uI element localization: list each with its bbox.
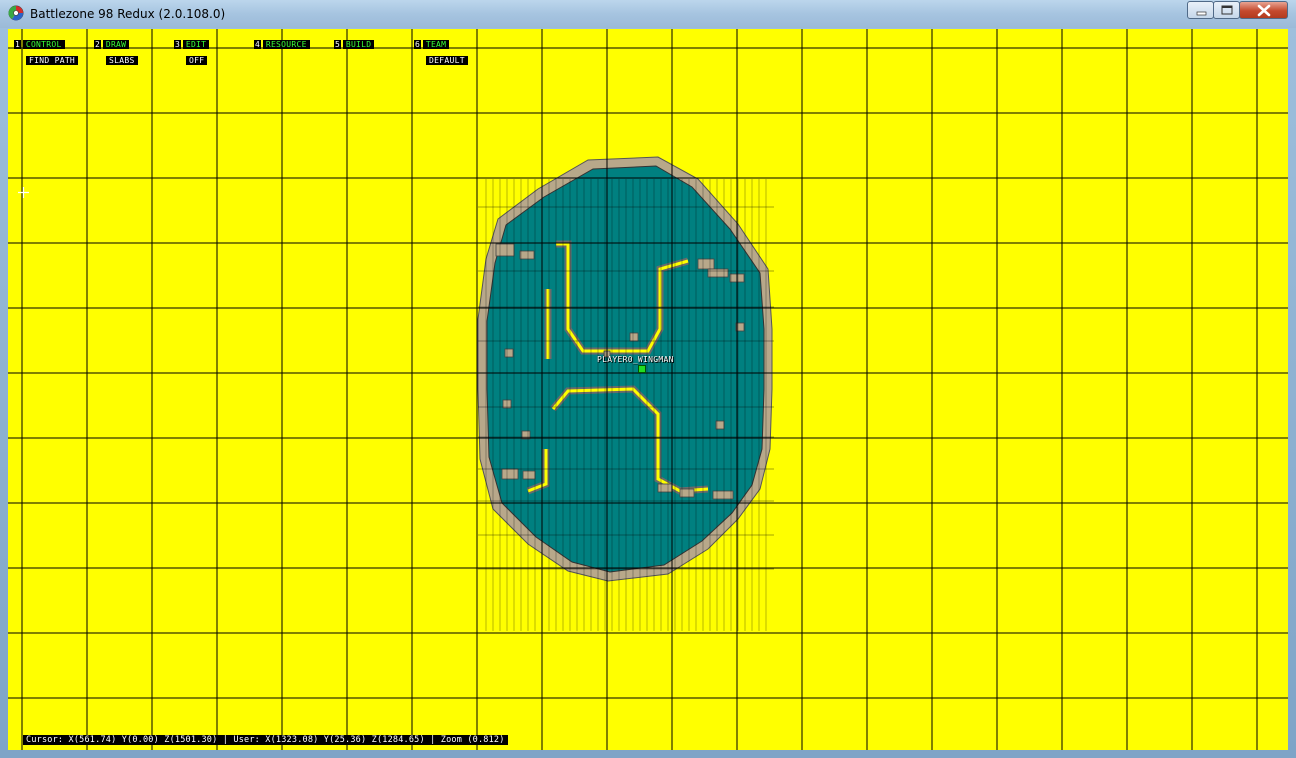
menu-draw[interactable]: 2 Draw [94,40,130,49]
slope-block-1 [519,250,535,260]
menu-draw-label: Draw [102,40,130,49]
crosshair-icon [18,187,29,198]
slope-block-10 [504,348,514,358]
slope-block-5 [657,483,673,493]
slope-block-0 [495,243,515,257]
close-icon [1257,4,1271,17]
slope-block-15 [629,332,639,342]
terrain-map[interactable] [8,29,1288,750]
close-button[interactable] [1239,1,1288,19]
app-window: Battlezone 98 Redux (2.0.108.0) 1 Control… [0,0,1296,758]
menu-build-label: Build [342,40,375,49]
minimize-button[interactable] [1187,1,1214,19]
app-icon [8,5,24,21]
menu-resource-label: Resource [262,40,310,49]
title-bar[interactable]: Battlezone 98 Redux (2.0.108.0) [0,0,1296,28]
menu-build[interactable]: 5 Build [334,40,375,49]
menu-team-label: Team [422,40,450,49]
menu-control[interactable]: 1 Control [14,40,65,49]
map-viewport[interactable]: 1 Control Find Path 2 Draw Slabs 3 Edit Off… [8,29,1288,750]
menu-team[interactable]: 6 Team [414,40,450,49]
menu-edit-value: Off [186,56,208,65]
island-water [486,165,765,573]
slope-block-3 [707,268,729,278]
menu-control-label: Control [22,40,65,49]
menu-build-number: 5 [334,40,341,49]
window-title: Battlezone 98 Redux (2.0.108.0) [30,7,226,21]
menu-resource-number: 4 [254,40,261,49]
status-bar: Cursor: X(561.74) Y(0.00) Z(1501.30) | U… [23,735,508,745]
unit-marker[interactable] [638,365,646,373]
slope-block-2 [697,258,715,270]
slope-block-7 [712,490,734,500]
menu-edit-label: Edit [182,40,210,49]
maximize-icon [1221,5,1233,15]
menu-team-number: 6 [414,40,421,49]
menu-resource[interactable]: 4 Resource [254,40,310,49]
control-value-text: Find Path [26,56,79,65]
minimize-icon [1196,11,1207,16]
menu-control-value: Find Path [26,56,79,65]
menu-control-number: 1 [14,40,21,49]
edit-value-text: Off [186,56,208,65]
slope-block-8 [501,468,519,480]
maximize-button[interactable] [1213,1,1240,19]
team-value-text: Default [426,56,468,65]
menu-draw-value: Slabs [106,56,138,65]
menu-edit[interactable]: 3 Edit [174,40,210,49]
slope-block-9 [522,470,536,480]
draw-value-text: Slabs [106,56,138,65]
menu-draw-number: 2 [94,40,101,49]
menu-team-value: Default [426,56,468,65]
menu-edit-number: 3 [174,40,181,49]
unit-label: player0_wingman [597,355,674,364]
